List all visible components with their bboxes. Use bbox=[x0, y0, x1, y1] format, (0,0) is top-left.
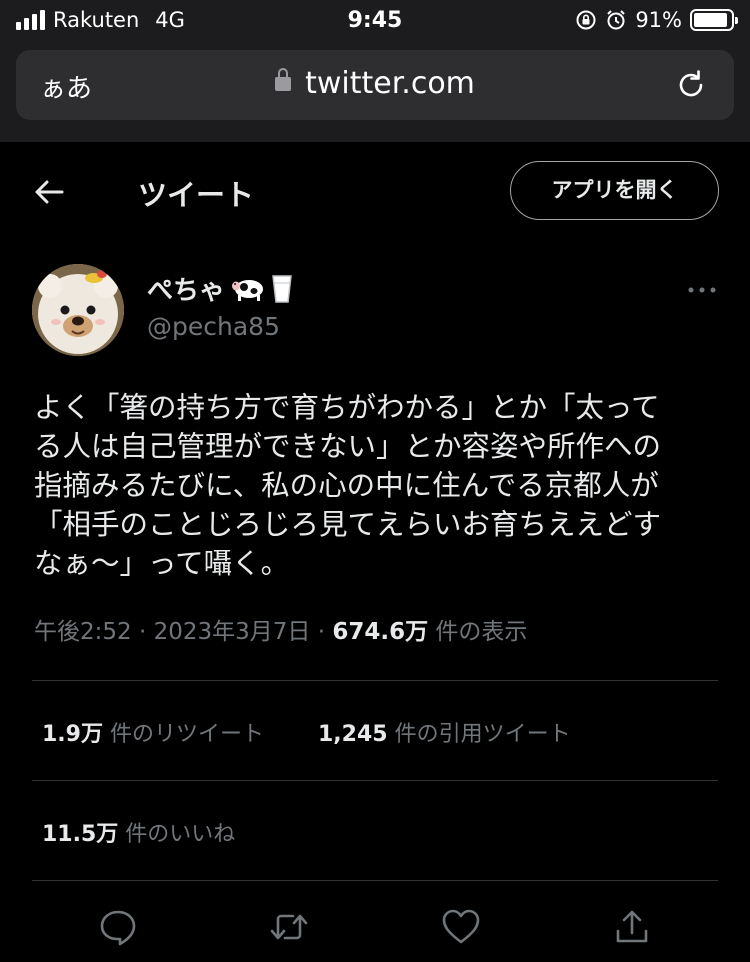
tweet-line: る人は自己管理ができない」とか容姿や所作への bbox=[34, 430, 662, 463]
avatar[interactable] bbox=[32, 264, 124, 356]
battery-percent: 91% bbox=[635, 8, 682, 32]
like-heart-icon[interactable] bbox=[441, 907, 481, 947]
tweet-line: なぁ〜」って囁く。 bbox=[34, 547, 290, 580]
views-count: 674.6万 bbox=[332, 619, 429, 645]
lock-icon bbox=[275, 68, 292, 91]
quotes-label: 件の引用ツイート bbox=[394, 722, 571, 747]
meta-separator: · bbox=[138, 619, 154, 645]
status-bar: Rakuten 4G 9:45 91% bbox=[0, 0, 750, 44]
views-label: 件の表示 bbox=[435, 619, 528, 645]
likes-count: 11.5万 bbox=[42, 822, 119, 847]
status-right: 91% bbox=[575, 8, 738, 32]
retweets-count: 1.9万 bbox=[42, 722, 103, 747]
quotes-stat[interactable]: 1,245 件の引用ツイート bbox=[318, 716, 571, 748]
divider bbox=[32, 680, 718, 681]
back-arrow-icon[interactable] bbox=[32, 175, 66, 209]
battery-icon bbox=[690, 9, 738, 31]
tweet-line: よく「箸の持ち方で育ちがわかる」とか「太って bbox=[34, 391, 660, 424]
likes-stat[interactable]: 11.5万 件のいいね bbox=[42, 816, 235, 848]
retweet-icon[interactable] bbox=[269, 907, 309, 947]
open-app-button[interactable]: アプリを開く bbox=[510, 161, 719, 220]
domain-text: twitter.com bbox=[305, 66, 475, 101]
cow-icon bbox=[232, 279, 264, 301]
meta-separator: · bbox=[317, 619, 333, 645]
author-name-text: ぺちゃ bbox=[147, 276, 226, 306]
retweets-stat[interactable]: 1.9万 件のリツイート bbox=[42, 716, 264, 748]
tweet-date[interactable]: 2023年3月7日 bbox=[154, 619, 311, 645]
url-bar[interactable]: ぁあ twitter.com bbox=[16, 50, 734, 120]
divider bbox=[32, 780, 718, 781]
tweet-text: よく「箸の持ち方で育ちがわかる」とか「太って る人は自己管理ができない」とか容姿… bbox=[34, 388, 724, 583]
page-title: ツイート bbox=[138, 178, 255, 212]
tweet-meta: 午後2:52 · 2023年3月7日 · 674.6万 件の表示 bbox=[34, 612, 527, 646]
avatar-image bbox=[32, 264, 124, 356]
likes-label: 件のいいね bbox=[125, 822, 236, 847]
share-icon[interactable] bbox=[612, 907, 652, 947]
battery-fill bbox=[694, 13, 727, 27]
reply-icon[interactable] bbox=[98, 907, 138, 947]
url-display[interactable]: twitter.com bbox=[16, 66, 734, 101]
retweets-label: 件のリツイート bbox=[109, 722, 264, 747]
more-options-icon[interactable] bbox=[686, 280, 718, 300]
author-handle[interactable]: @pecha85 bbox=[147, 312, 280, 341]
alarm-icon bbox=[607, 10, 626, 30]
reload-icon[interactable] bbox=[674, 68, 708, 102]
author-name[interactable]: ぺちゃ bbox=[147, 270, 293, 307]
tweet-line: 指摘みるたびに、私の心の中に住んでる京都人が bbox=[34, 469, 659, 502]
rotation-lock-icon bbox=[576, 10, 596, 30]
tweet-time[interactable]: 午後2:52 bbox=[34, 619, 132, 645]
tweet-line: 「相手のことじろじろ見てえらいお育ちええどす bbox=[34, 508, 662, 541]
quotes-count: 1,245 bbox=[318, 722, 388, 747]
milk-glass-icon bbox=[272, 274, 292, 303]
browser-chrome: Rakuten 4G 9:45 91% ぁあ twitter.com bbox=[0, 0, 750, 142]
divider bbox=[32, 880, 718, 881]
